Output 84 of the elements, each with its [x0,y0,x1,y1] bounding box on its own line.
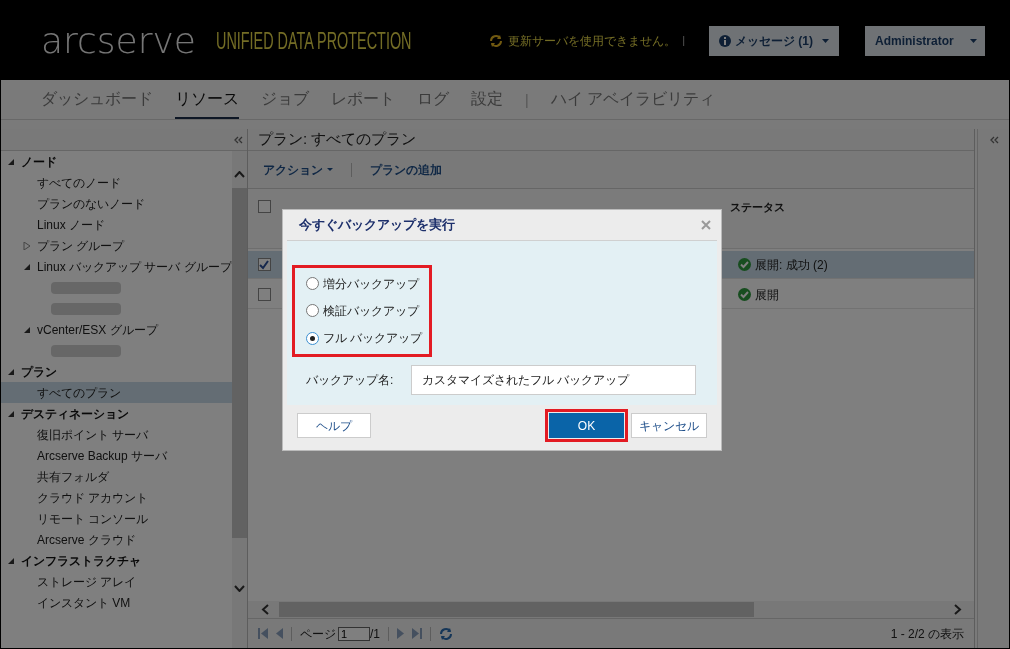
checkbox[interactable] [257,288,271,301]
page-total: /1 [370,625,380,643]
first-page-icon[interactable] [258,628,268,639]
radio-label[interactable]: 検証バックアップ [323,302,419,320]
expanded-icon[interactable] [7,157,15,166]
tree-item[interactable]: Linux バックアップ サーバ グループ [37,257,232,276]
redacted-text [51,344,121,357]
radio-label[interactable]: フル バックアップ [323,329,423,348]
collapsed-icon[interactable] [23,241,31,250]
tree-section[interactable]: ノード [21,152,57,171]
separator: | [525,91,529,110]
tree-item[interactable]: インスタント VM [1,592,232,613]
tree-item[interactable]: vCenter/ESX グループ [37,320,158,339]
tree-item[interactable]: すべてのプラン [1,382,232,403]
previous-page-icon[interactable] [276,628,283,639]
caret-icon [822,38,829,43]
status-text: 展開: 成功 (2) [755,256,828,274]
tree-item[interactable]: ストレージ アレイ [1,571,232,592]
product-name: UNIFIED DATA PROTECTION [216,25,412,56]
user-menu-button[interactable]: Administrator [865,25,985,56]
help-button[interactable]: ヘルプ [297,413,371,438]
column-header[interactable]: ステータス [730,199,785,216]
nav-tab[interactable]: ログ [417,87,449,119]
tree-item[interactable]: 復旧ポイント サーバ [1,424,232,445]
caret-icon [327,168,333,171]
next-page-icon[interactable] [397,628,404,639]
redacted-text [51,281,121,294]
update-notice: 更新サーバを使用できません。 [508,32,677,50]
backup-name-field[interactable]: カスタマイズされたフル バックアップ [411,365,696,395]
collapse-icon[interactable] [233,135,243,144]
nav-tab[interactable]: レポート [331,87,395,119]
tree-item[interactable]: すべてのノード [1,172,232,193]
info-icon [719,34,731,47]
expanded-icon[interactable] [7,409,15,418]
success-icon [738,288,751,301]
cancel-button[interactable]: キャンセル [631,413,707,438]
radio-button[interactable] [306,304,319,318]
tree-item[interactable]: Linux ノード [1,214,232,235]
dialog-title: 今すぐバックアップを実行 [299,216,455,235]
checkbox[interactable] [257,258,271,271]
redacted-text [51,302,121,315]
tree-section[interactable]: デスティネーション [21,404,129,423]
last-page-icon[interactable] [412,628,422,639]
radio-button[interactable] [306,331,319,345]
nav-tab[interactable]: ジョブ [261,87,309,119]
caret-icon [970,38,977,43]
expanded-icon[interactable] [23,262,31,271]
close-icon[interactable] [701,220,711,230]
tree-section[interactable]: インフラストラクチャ [21,551,141,570]
expanded-icon[interactable] [23,325,31,334]
page-summary: 1 - 2/2 の表示 [890,625,964,643]
tree-item[interactable]: プラン グループ [37,236,125,255]
action-menu[interactable]: アクション [263,160,333,179]
success-icon [738,258,751,271]
nav-tab[interactable]: 設定 [471,87,503,119]
expand-icon[interactable] [988,136,999,144]
tree-item[interactable]: リモート コンソール [1,508,232,529]
expanded-icon[interactable] [7,367,15,376]
nav-tab[interactable]: ダッシュボード [41,87,153,119]
tree-item[interactable]: Arcserve クラウド [1,529,232,550]
ok-button[interactable]: OK [549,413,624,439]
page-label: ページ [300,625,336,643]
messages-button[interactable]: メッセージ (1) [709,25,839,56]
logo: arcserve [41,18,197,63]
tree-section[interactable]: プラン [21,362,57,381]
tree-item[interactable]: クラウド アカウント [1,487,232,508]
refresh-icon[interactable] [439,626,453,641]
nav-tab[interactable]: ハイ アベイラビリティ [550,87,716,119]
page-input[interactable]: 1 [338,626,370,641]
tree-item[interactable]: 共有フォルダ [1,466,232,487]
radio-button[interactable] [306,277,319,291]
radio-label[interactable]: 増分バックアップ [323,274,419,293]
expanded-icon[interactable] [7,556,15,565]
add-plan-link[interactable]: プランの追加 [370,160,442,179]
refresh-icon [489,33,504,48]
separator: | [682,33,685,49]
checkbox[interactable] [257,200,271,213]
horizontal-scrollbar[interactable] [248,601,974,618]
tree-item[interactable]: Arcserve Backup サーバ [1,445,232,466]
status-text: 展開 [755,286,779,304]
field-label: バックアップ名: [306,372,395,389]
panel-title: プラン: すべてのプラン [258,129,417,150]
scrollbar[interactable] [232,151,247,648]
tree-item[interactable]: プランのないノード [1,193,232,214]
